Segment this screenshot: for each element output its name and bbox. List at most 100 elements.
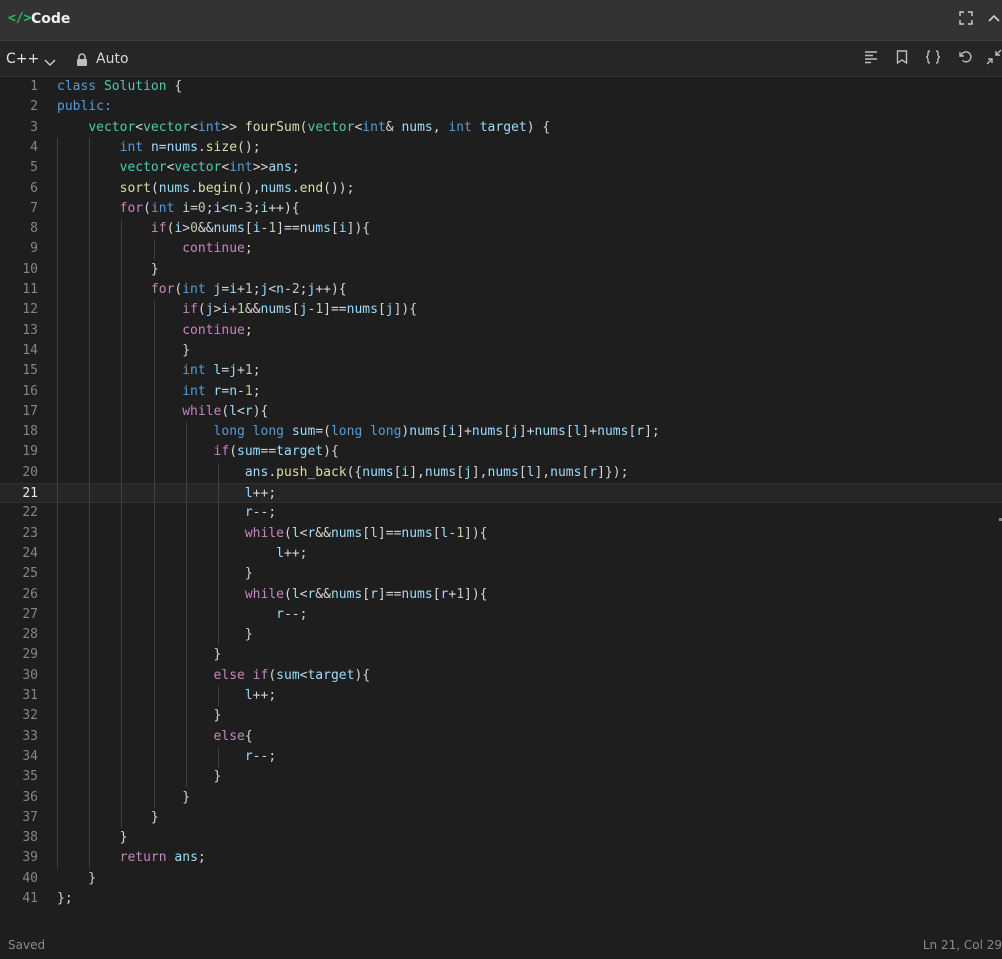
code-icon: </> bbox=[8, 11, 32, 26]
code-text: l++; bbox=[276, 545, 308, 561]
code-line[interactable]: 7 for(int i=0;i<n-3;i++){ bbox=[0, 199, 1002, 219]
code-line[interactable]: 40 } bbox=[0, 869, 1002, 889]
line-number: 10 bbox=[22, 261, 38, 277]
code-line[interactable]: 23 while(l<r&&nums[l]==nums[l-1]){ bbox=[0, 524, 1002, 544]
code-line[interactable]: 28 } bbox=[0, 625, 1002, 645]
code-text: else{ bbox=[213, 728, 253, 744]
code-line[interactable]: 17 while(l<r){ bbox=[0, 402, 1002, 422]
collapse-icon[interactable] bbox=[984, 10, 1002, 30]
code-line[interactable]: 29 } bbox=[0, 645, 1002, 665]
line-number: 40 bbox=[22, 870, 38, 886]
code-line[interactable]: 22 r--; bbox=[0, 503, 1002, 523]
language-select[interactable]: C++ bbox=[6, 51, 39, 67]
code-line[interactable]: 10 } bbox=[0, 260, 1002, 280]
code-editor[interactable]: 1 class Solution { 2 public: 3 vector<vector… bbox=[0, 77, 1002, 932]
code-line[interactable]: 19 if(sum==target){ bbox=[0, 442, 1002, 462]
code-text: if(i>0&&nums[i-1]==nums[i]){ bbox=[150, 221, 371, 237]
code-line[interactable]: 14 } bbox=[0, 341, 1002, 361]
code-line[interactable]: 41}; bbox=[0, 889, 1002, 909]
line-number: 26 bbox=[22, 586, 38, 602]
code-line[interactable]: 30 else if(sum<target){ bbox=[0, 666, 1002, 686]
code-text: sort(nums.begin(),nums.end()); bbox=[119, 180, 355, 196]
code-line[interactable]: 1 class Solution { bbox=[0, 77, 1002, 97]
code-line[interactable]: 21 l++; bbox=[0, 483, 1002, 504]
code-line[interactable]: 2 public: bbox=[0, 97, 1002, 117]
format-icon[interactable] bbox=[861, 49, 881, 69]
mode-label[interactable]: Auto bbox=[96, 51, 129, 67]
code-line[interactable]: 35 } bbox=[0, 767, 1002, 787]
line-number: 25 bbox=[22, 566, 38, 582]
line-number: 8 bbox=[30, 221, 38, 237]
code-line[interactable]: 18 long long sum=(long long)nums[i]+nums… bbox=[0, 422, 1002, 442]
reset-icon[interactable] bbox=[955, 49, 975, 69]
code-line[interactable]: 15 int l=j+1; bbox=[0, 361, 1002, 381]
indent-guide bbox=[121, 219, 123, 829]
line-number: 35 bbox=[22, 769, 38, 785]
code-line[interactable]: 34 r--; bbox=[0, 747, 1002, 767]
code-line[interactable]: 20 ans.push_back({nums[i],nums[j],nums[l… bbox=[0, 463, 1002, 483]
code-text: } bbox=[57, 566, 253, 582]
code-line[interactable]: 32 } bbox=[0, 706, 1002, 726]
code-line[interactable]: 24 l++; bbox=[0, 544, 1002, 564]
code-line[interactable]: 4 int n=nums.size(); bbox=[0, 138, 1002, 158]
line-number: 9 bbox=[30, 241, 38, 257]
code-text: } bbox=[57, 870, 97, 886]
line-number: 20 bbox=[22, 464, 38, 480]
code-line[interactable]: 12 if(j>i+1&&nums[j-1]==nums[j]){ bbox=[0, 300, 1002, 320]
code-line[interactable]: 25 } bbox=[0, 564, 1002, 584]
code-text: } bbox=[57, 342, 191, 358]
line-number: 38 bbox=[22, 830, 38, 846]
code-text: if(sum==target){ bbox=[213, 444, 339, 460]
line-number: 22 bbox=[22, 505, 38, 521]
line-number: 13 bbox=[22, 322, 38, 338]
shrink-icon[interactable] bbox=[986, 49, 1002, 69]
code-text: class Solution { bbox=[57, 79, 183, 94]
code-line[interactable]: 6 sort(nums.begin(),nums.end()); bbox=[0, 179, 1002, 199]
line-number: 7 bbox=[30, 200, 38, 216]
line-number: 15 bbox=[22, 363, 38, 379]
line-number: 32 bbox=[22, 708, 38, 724]
code-text: }; bbox=[57, 891, 73, 906]
code-line[interactable]: 27 r--; bbox=[0, 605, 1002, 625]
line-number: 1 bbox=[30, 79, 38, 94]
chevron-down-icon[interactable] bbox=[44, 53, 56, 66]
code-text: public: bbox=[57, 99, 112, 115]
code-line[interactable]: 8 if(i>0&&nums[i-1]==nums[i]){ bbox=[0, 219, 1002, 239]
code-line[interactable]: 38 } bbox=[0, 828, 1002, 848]
line-number: 4 bbox=[30, 139, 38, 155]
code-line[interactable]: 37 } bbox=[0, 808, 1002, 828]
code-line[interactable]: 26 while(l<r&&nums[r]==nums[r+1]){ bbox=[0, 585, 1002, 605]
line-number: 5 bbox=[30, 160, 38, 176]
fullscreen-icon[interactable] bbox=[956, 10, 976, 30]
code-line[interactable]: 5 vector<vector<int>>ans; bbox=[0, 158, 1002, 178]
code-line[interactable]: 31 l++; bbox=[0, 686, 1002, 706]
line-number: 2 bbox=[30, 99, 38, 115]
code-text: int r=n-1; bbox=[182, 383, 261, 399]
code-line[interactable]: 16 int r=n-1; bbox=[0, 382, 1002, 402]
code-line[interactable]: 3 vector<vector<int>> fourSum(vector<int… bbox=[0, 118, 1002, 138]
bookmark-icon[interactable] bbox=[892, 49, 912, 69]
indent-guide bbox=[218, 686, 219, 707]
line-number: 36 bbox=[22, 789, 38, 805]
braces-icon[interactable] bbox=[923, 49, 943, 69]
code-text: vector<vector<int>> fourSum(vector<int& … bbox=[88, 119, 551, 135]
code-text: } bbox=[57, 708, 222, 724]
code-text: } bbox=[57, 830, 128, 846]
code-panel-header: </> Code bbox=[0, 0, 1002, 41]
code-line[interactable]: 39 return ans; bbox=[0, 848, 1002, 868]
code-line[interactable]: 9 continue; bbox=[0, 239, 1002, 259]
code-line[interactable]: 13 continue; bbox=[0, 321, 1002, 341]
code-text: r--; bbox=[276, 606, 308, 622]
code-line[interactable]: 36 } bbox=[0, 788, 1002, 808]
code-text: } bbox=[57, 809, 159, 825]
code-text: long long sum=(long long)nums[i]+nums[j]… bbox=[213, 424, 660, 440]
save-status: Saved bbox=[8, 938, 46, 952]
code-text: if(j>i+1&&nums[j-1]==nums[j]){ bbox=[182, 302, 418, 318]
line-number: 37 bbox=[22, 809, 38, 825]
indent-guide bbox=[218, 746, 219, 768]
panel-title: Code bbox=[31, 11, 71, 27]
code-text: } bbox=[57, 769, 222, 785]
code-line[interactable]: 33 else{ bbox=[0, 727, 1002, 747]
code-line[interactable]: 11 for(int j=i+1;j<n-2;j++){ bbox=[0, 280, 1002, 300]
line-number: 34 bbox=[22, 748, 38, 764]
